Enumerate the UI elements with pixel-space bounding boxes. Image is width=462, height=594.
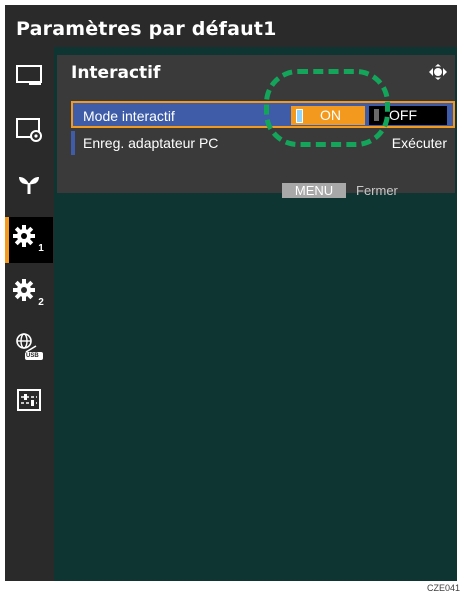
sidebar-item-panel-settings[interactable] xyxy=(5,379,53,425)
window-title: Paramètres par défaut1 xyxy=(16,18,277,40)
off-option-label: OFF xyxy=(389,107,417,123)
monitor-gear-icon xyxy=(15,117,43,148)
eco-plant-icon xyxy=(17,173,41,200)
panel-footer: MENU Fermer xyxy=(57,179,455,198)
sidebar-item-number: 2 xyxy=(38,296,44,308)
navigation-pad-icon xyxy=(427,64,449,85)
mode-interactive-row[interactable]: Mode interactif ON OFF xyxy=(71,101,455,128)
sidebar-item-number: 1 xyxy=(38,242,44,254)
interactive-panel: Interactif Mode interactif ON OFF Enreg.… xyxy=(57,55,455,198)
figure-caption: CZE041 xyxy=(426,583,460,593)
pc-adapter-register-label: Enreg. adaptateur PC xyxy=(83,135,219,151)
monitor-icon xyxy=(15,64,43,93)
close-label[interactable]: Fermer xyxy=(356,183,398,198)
projector-osd-screen: Paramètres par défaut1 1 2 USB Interacti… xyxy=(5,5,457,581)
settings-panel-icon xyxy=(16,388,42,417)
sidebar-item-display-settings[interactable] xyxy=(5,109,53,155)
execute-button[interactable]: Exécuter xyxy=(392,135,447,151)
sidebar: 1 2 USB xyxy=(5,55,53,581)
usb-label: USB xyxy=(26,353,39,359)
dashed-highlight-outline xyxy=(264,69,390,147)
network-usb-icon xyxy=(14,331,44,366)
sidebar-item-default-settings-1[interactable]: 1 xyxy=(5,217,53,263)
gear-icon xyxy=(12,278,40,311)
sidebar-item-network-usb[interactable]: USB xyxy=(5,325,53,371)
gear-icon xyxy=(12,224,40,257)
sidebar-item-default-settings-2[interactable]: 2 xyxy=(5,271,53,317)
menu-button[interactable]: MENU xyxy=(282,183,346,198)
sidebar-item-eco[interactable] xyxy=(5,163,53,209)
pc-adapter-register-row[interactable]: Enreg. adaptateur PC Exécuter xyxy=(71,131,455,155)
panel-title: Interactif xyxy=(71,63,161,83)
sidebar-item-display[interactable] xyxy=(5,55,53,101)
content-area: Interactif Mode interactif ON OFF Enreg.… xyxy=(54,47,457,581)
mode-interactive-label: Mode interactif xyxy=(83,108,175,124)
